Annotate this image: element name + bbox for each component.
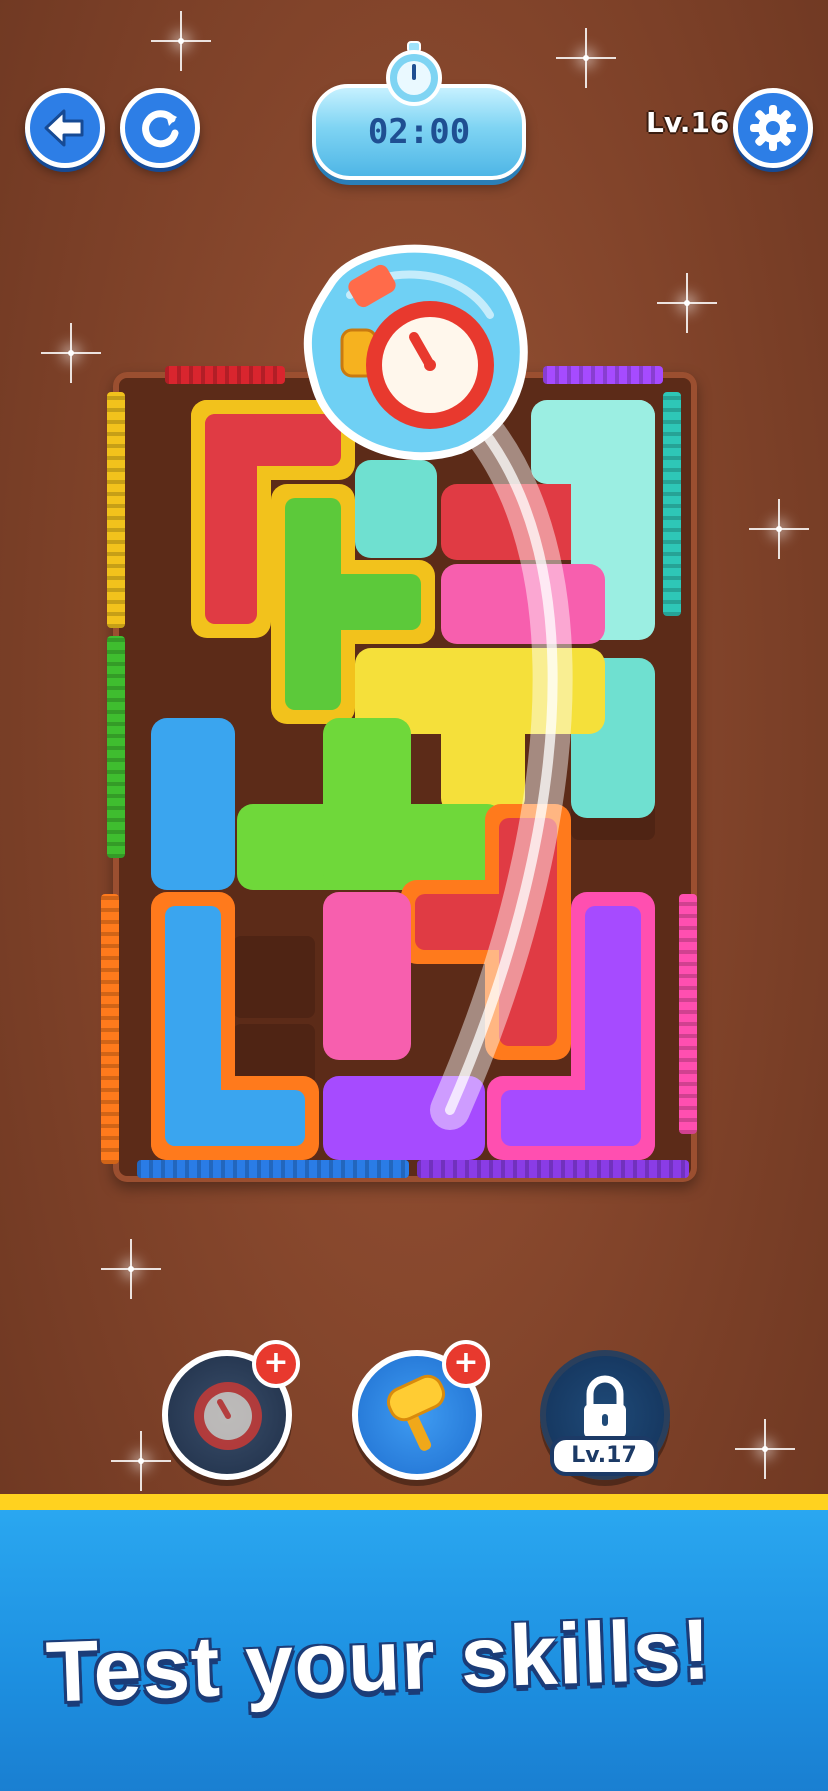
restart-icon <box>142 110 179 148</box>
exit-gate-red <box>165 366 285 384</box>
add-freeze-button[interactable]: + <box>252 1340 300 1388</box>
sparkle <box>111 1431 171 1491</box>
sparkle <box>556 28 616 88</box>
freeze-swoosh <box>410 370 573 1130</box>
stopwatch-icon <box>303 244 528 461</box>
exit-gate-yellow <box>107 392 125 628</box>
timer-text: 02:00 <box>367 112 471 152</box>
unlock-level-badge: Lv.17 <box>550 1436 658 1476</box>
back-button[interactable] <box>25 88 105 168</box>
gear-icon <box>750 105 796 151</box>
exit-gate-orange <box>101 894 119 1164</box>
puzzle-piece-blue[interactable] <box>151 718 235 890</box>
restart-button[interactable] <box>120 88 200 168</box>
sparkle <box>101 1239 161 1299</box>
exit-gate-blue <box>137 1160 409 1178</box>
settings-button[interactable] <box>733 88 813 168</box>
sparkle <box>657 273 717 333</box>
sparkle <box>735 1419 795 1479</box>
exit-gate-teal <box>663 392 681 616</box>
stopwatch-icon <box>386 41 442 106</box>
exit-gate-pink <box>679 894 697 1134</box>
sparkle <box>749 499 809 559</box>
puzzle-piece-blue-inner <box>165 1090 305 1146</box>
level-label: Lv.16 <box>646 106 730 139</box>
empty-cell <box>233 936 315 1018</box>
exit-gate-violet <box>417 1160 689 1178</box>
puzzle-piece-red-inner <box>205 414 257 624</box>
sparkle <box>41 323 101 383</box>
exit-gate-green <box>107 636 125 858</box>
sparkle <box>151 11 211 71</box>
back-arrow-icon <box>44 109 84 147</box>
add-hammer-button[interactable]: + <box>442 1340 490 1388</box>
